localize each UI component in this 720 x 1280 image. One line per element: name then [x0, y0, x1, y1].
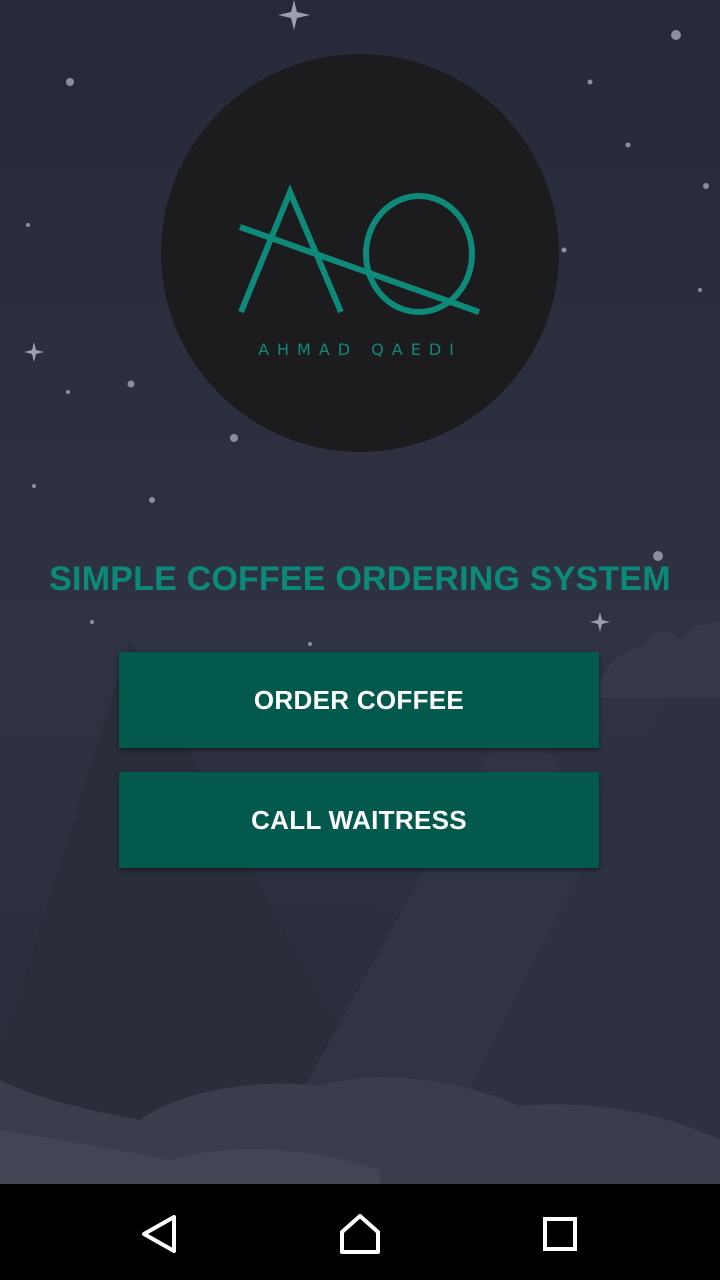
aq-monogram-logo	[238, 184, 481, 315]
nav-recents-button[interactable]	[528, 1202, 592, 1266]
main-screen: AHMAD QAEDI SIMPLE COFFEE ORDERING SYSTE…	[0, 0, 720, 1184]
nav-home-button[interactable]	[328, 1202, 392, 1266]
call-waitress-button[interactable]: CALL WAITRESS	[119, 772, 599, 868]
back-icon	[142, 1215, 176, 1253]
recents-icon	[543, 1217, 577, 1251]
nav-back-button[interactable]	[128, 1202, 192, 1266]
logo-badge: AHMAD QAEDI	[161, 54, 559, 452]
logo-name: AHMAD QAEDI	[258, 340, 462, 359]
app-title: SIMPLE COFFEE ORDERING SYSTEM	[49, 560, 671, 598]
system-navigation-bar	[0, 1184, 720, 1280]
home-icon	[340, 1214, 380, 1254]
order-coffee-button[interactable]: ORDER COFFEE	[119, 652, 599, 748]
